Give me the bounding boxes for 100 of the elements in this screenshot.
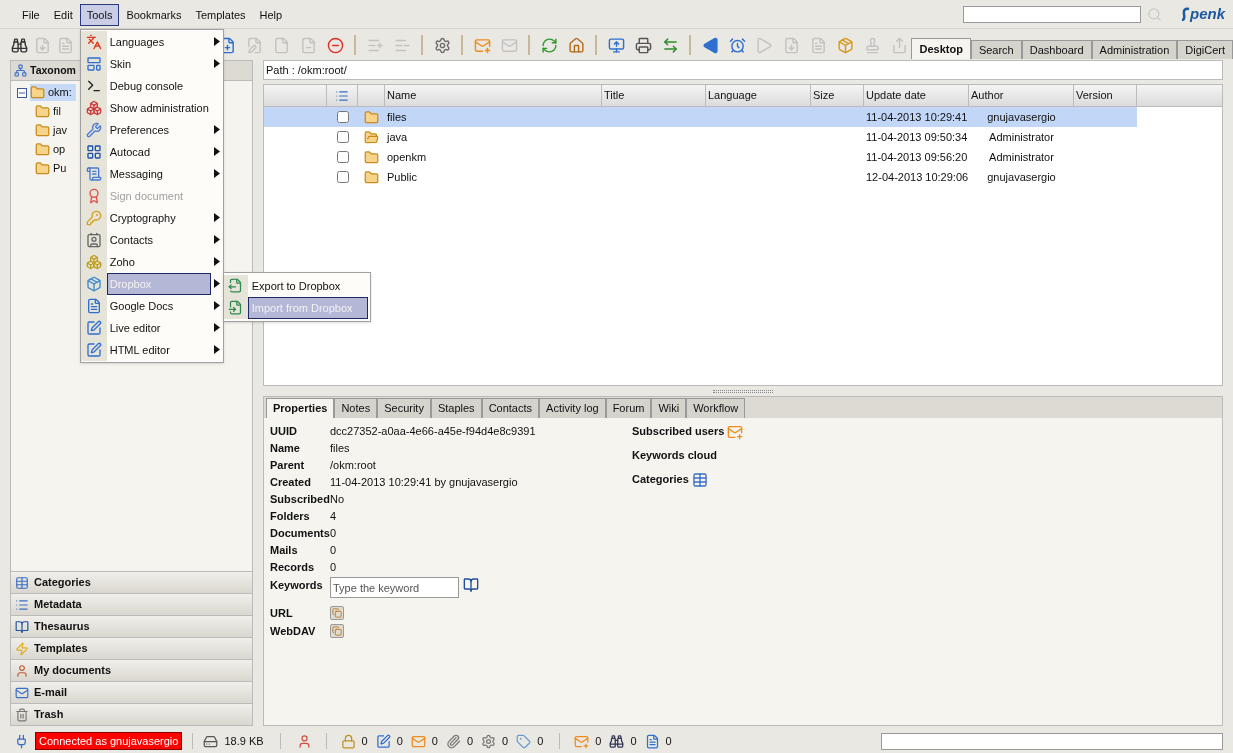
table-cell-text: gnujavasergio: [987, 169, 1056, 185]
menu-bar-item[interactable]: Bookmarks: [119, 4, 189, 27]
detail-tab[interactable]: Notes: [334, 398, 378, 418]
view-tab[interactable]: Desktop: [911, 38, 971, 59]
box-icon: [85, 275, 102, 292]
detail-tab[interactable]: Wiki: [651, 398, 687, 418]
menu-item[interactable]: Skin: [106, 52, 211, 75]
column-header[interactable]: Name: [385, 85, 602, 107]
menu-item[interactable]: Contacts: [106, 228, 211, 251]
view-tab[interactable]: DigiCert: [1177, 40, 1233, 59]
menu-item[interactable]: Debug console: [106, 74, 211, 97]
view-tab[interactable]: Administration: [1091, 40, 1178, 59]
menu-bar-item[interactable]: Tools: [79, 4, 120, 27]
stamp-icon: [863, 36, 881, 54]
menu-item[interactable]: Zoho: [106, 250, 211, 273]
user-icon: [15, 663, 29, 678]
property-value: /okm:root: [330, 458, 376, 474]
tree-label: op: [53, 142, 66, 158]
detail-tab[interactable]: Properties: [266, 398, 335, 418]
accordion-section[interactable]: Thesaurus: [10, 616, 253, 638]
table-cell: java: [387, 130, 408, 143]
row-checkbox[interactable]: [336, 171, 349, 183]
menu-item[interactable]: Messaging: [106, 162, 211, 185]
copy-button[interactable]: [330, 624, 344, 638]
book-icon: [463, 577, 479, 593]
menu-item[interactable]: HTML editor: [106, 338, 211, 361]
column-header[interactable]: Author: [969, 85, 1074, 107]
status-field[interactable]: [881, 732, 1223, 750]
menu-item[interactable]: Google Docs: [106, 294, 211, 317]
accordion-section[interactable]: Trash: [10, 704, 253, 726]
detail-tab[interactable]: Forum: [605, 398, 652, 418]
menu-bar-item[interactable]: File: [15, 4, 47, 27]
column-header[interactable]: [358, 85, 385, 107]
pencil-icon: [375, 733, 391, 749]
copy-button[interactable]: [330, 606, 344, 620]
property-value: 11-04-2013 10:29:41 by gnujavasergio: [330, 475, 518, 491]
detail-tab[interactable]: Workflow: [686, 398, 746, 418]
detail-tab[interactable]: Activity log: [539, 398, 606, 418]
tree-item[interactable]: okm:: [30, 84, 76, 101]
mail-icon: [410, 733, 426, 749]
property-label: Name: [270, 441, 301, 457]
menu-item[interactable]: Export to Dropbox: [247, 274, 368, 297]
counter: 0: [396, 733, 403, 749]
menu-item[interactable]: Languages: [106, 30, 211, 53]
accordion-section[interactable]: My documents: [10, 660, 253, 682]
pencil-icon: [85, 341, 102, 358]
menu-bar-item[interactable]: Templates: [188, 4, 253, 27]
table-cell-text: gnujavasergio: [987, 109, 1056, 125]
property-value: files: [330, 441, 350, 457]
tree-item[interactable]: fil: [35, 103, 65, 120]
cubes-icon: [85, 253, 102, 270]
counter: 0: [502, 733, 509, 749]
document-icon: [809, 36, 827, 54]
search-field[interactable]: [963, 5, 1141, 23]
menu-item[interactable]: Cryptography: [106, 206, 211, 229]
column-header[interactable]: Language: [706, 85, 811, 107]
detail-tab[interactable]: Staples: [430, 398, 482, 418]
splitter-handle[interactable]: [713, 389, 773, 393]
property-value: 4: [330, 509, 337, 525]
column-header[interactable]: Update date: [864, 85, 969, 107]
column-header[interactable]: Version: [1074, 85, 1137, 107]
document-download-icon: [782, 36, 800, 54]
property-label: Folders: [270, 509, 311, 525]
keyword-field[interactable]: Type the keyword: [330, 577, 459, 598]
menu-item[interactable]: Autocad: [106, 140, 211, 163]
accordion-section[interactable]: Metadata: [10, 594, 253, 616]
menu-bar-item[interactable]: Edit: [46, 4, 80, 27]
detail-tab[interactable]: Security: [377, 398, 431, 418]
row-checkbox[interactable]: [336, 151, 349, 163]
accordion-section[interactable]: E-mail: [10, 682, 253, 704]
menu-bar-item[interactable]: Help: [252, 4, 290, 27]
copy-icon: [332, 608, 342, 618]
collapse-toggle-icon[interactable]: [17, 87, 27, 98]
view-tab[interactable]: Dashboard: [1021, 40, 1092, 59]
menu-item[interactable]: Show administration: [106, 96, 211, 119]
menu-item[interactable]: Preferences: [106, 118, 211, 141]
lock-icon: [340, 733, 356, 749]
column-header[interactable]: [327, 85, 358, 107]
tree-item[interactable]: jav: [35, 122, 72, 139]
table-cell-text: Administrator: [989, 129, 1054, 145]
row-checkbox[interactable]: [336, 131, 349, 143]
section-label: Subscribed users: [632, 424, 725, 440]
column-header[interactable]: [264, 85, 327, 107]
view-tab[interactable]: Search: [970, 40, 1022, 59]
tree-item[interactable]: Pu: [35, 160, 71, 177]
path-bar: Path : /okm:root/: [263, 60, 1223, 80]
detail-tab[interactable]: Contacts: [481, 398, 540, 418]
property-label: WebDAV: [270, 623, 317, 639]
accordion-section[interactable]: Categories: [10, 572, 253, 594]
document-minus-icon: [299, 36, 317, 54]
tree-item[interactable]: op: [35, 141, 70, 158]
column-header[interactable]: Size: [811, 85, 864, 107]
row-highlight[interactable]: [264, 107, 1137, 127]
accordion-section[interactable]: Templates: [10, 638, 253, 660]
table-icon: [15, 575, 29, 590]
section-label: Categories: [632, 472, 689, 488]
column-header[interactable]: Title: [602, 85, 706, 107]
menu-item[interactable]: Live editor: [106, 316, 211, 339]
row-checkbox[interactable]: [336, 111, 349, 123]
table-cell: openkm: [387, 150, 427, 163]
